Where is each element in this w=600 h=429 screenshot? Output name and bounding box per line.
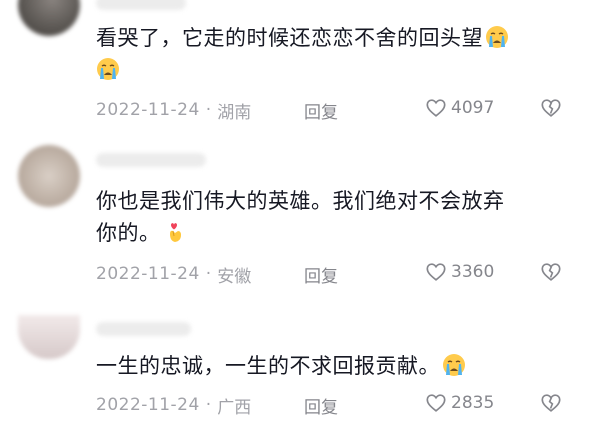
comment-date: 2022-11-24 [96, 100, 200, 120]
heart-icon [426, 263, 446, 281]
crying-emoji-icon [486, 26, 508, 48]
like-button[interactable]: 4097 [425, 97, 494, 119]
username-blurred[interactable] [96, 153, 206, 167]
reply-button[interactable]: 回复 [304, 98, 338, 123]
crying-emoji-icon [97, 58, 119, 80]
like-button[interactable]: 2835 [425, 392, 494, 414]
heart-icon [426, 394, 446, 412]
meta-separator: · [205, 395, 212, 415]
like-count: 2835 [451, 393, 495, 413]
avatar[interactable] [18, 0, 80, 36]
username-blurred[interactable] [96, 322, 191, 336]
comment-text: 一生的忠诚，一生的不求回报贡献。 [96, 350, 566, 382]
broken-heart-icon[interactable] [540, 261, 562, 283]
broken-heart-icon[interactable] [540, 97, 562, 119]
reply-button[interactable]: 回复 [304, 262, 338, 287]
username-blurred[interactable] [96, 0, 186, 10]
reply-button[interactable]: 回复 [304, 393, 338, 418]
comment-text: 看哭了，它走的时候还恋恋不舍的回头望 [96, 22, 566, 86]
comment-text-line: 一生的忠诚，一生的不求回报贡献。 [96, 354, 440, 378]
like-count: 3360 [451, 262, 495, 282]
crying-emoji-icon [443, 354, 465, 376]
comment-text-line: 看哭了，它走的时候还恋恋不舍的回头望 [96, 26, 483, 50]
meta-separator: · [205, 264, 212, 284]
comment-location: 广西 [217, 397, 252, 418]
comment-meta: 2022-11-24 · 安徽 [96, 262, 252, 287]
comment-text-line: 你也是我们伟大的英雄。我们绝对不会放弃 [96, 189, 505, 213]
like-count: 4097 [451, 98, 495, 118]
like-button[interactable]: 3360 [425, 261, 494, 283]
avatar[interactable] [18, 145, 80, 207]
comment-meta: 2022-11-24 · 湖南 [96, 98, 252, 123]
meta-separator: · [205, 100, 212, 120]
avatar[interactable] [18, 315, 80, 359]
broken-heart-icon[interactable] [540, 392, 562, 414]
comment-date: 2022-11-24 [96, 395, 200, 415]
comment-location: 安徽 [217, 266, 252, 287]
finger-heart-emoji-icon [169, 223, 181, 242]
comment-date: 2022-11-24 [96, 264, 200, 284]
comment-text-line: 你的。 [96, 221, 161, 245]
comment-meta: 2022-11-24 · 广西 [96, 393, 252, 418]
comment-location: 湖南 [217, 102, 252, 123]
heart-icon [426, 99, 446, 117]
comment-text: 你也是我们伟大的英雄。我们绝对不会放弃 你的。 [96, 185, 566, 249]
